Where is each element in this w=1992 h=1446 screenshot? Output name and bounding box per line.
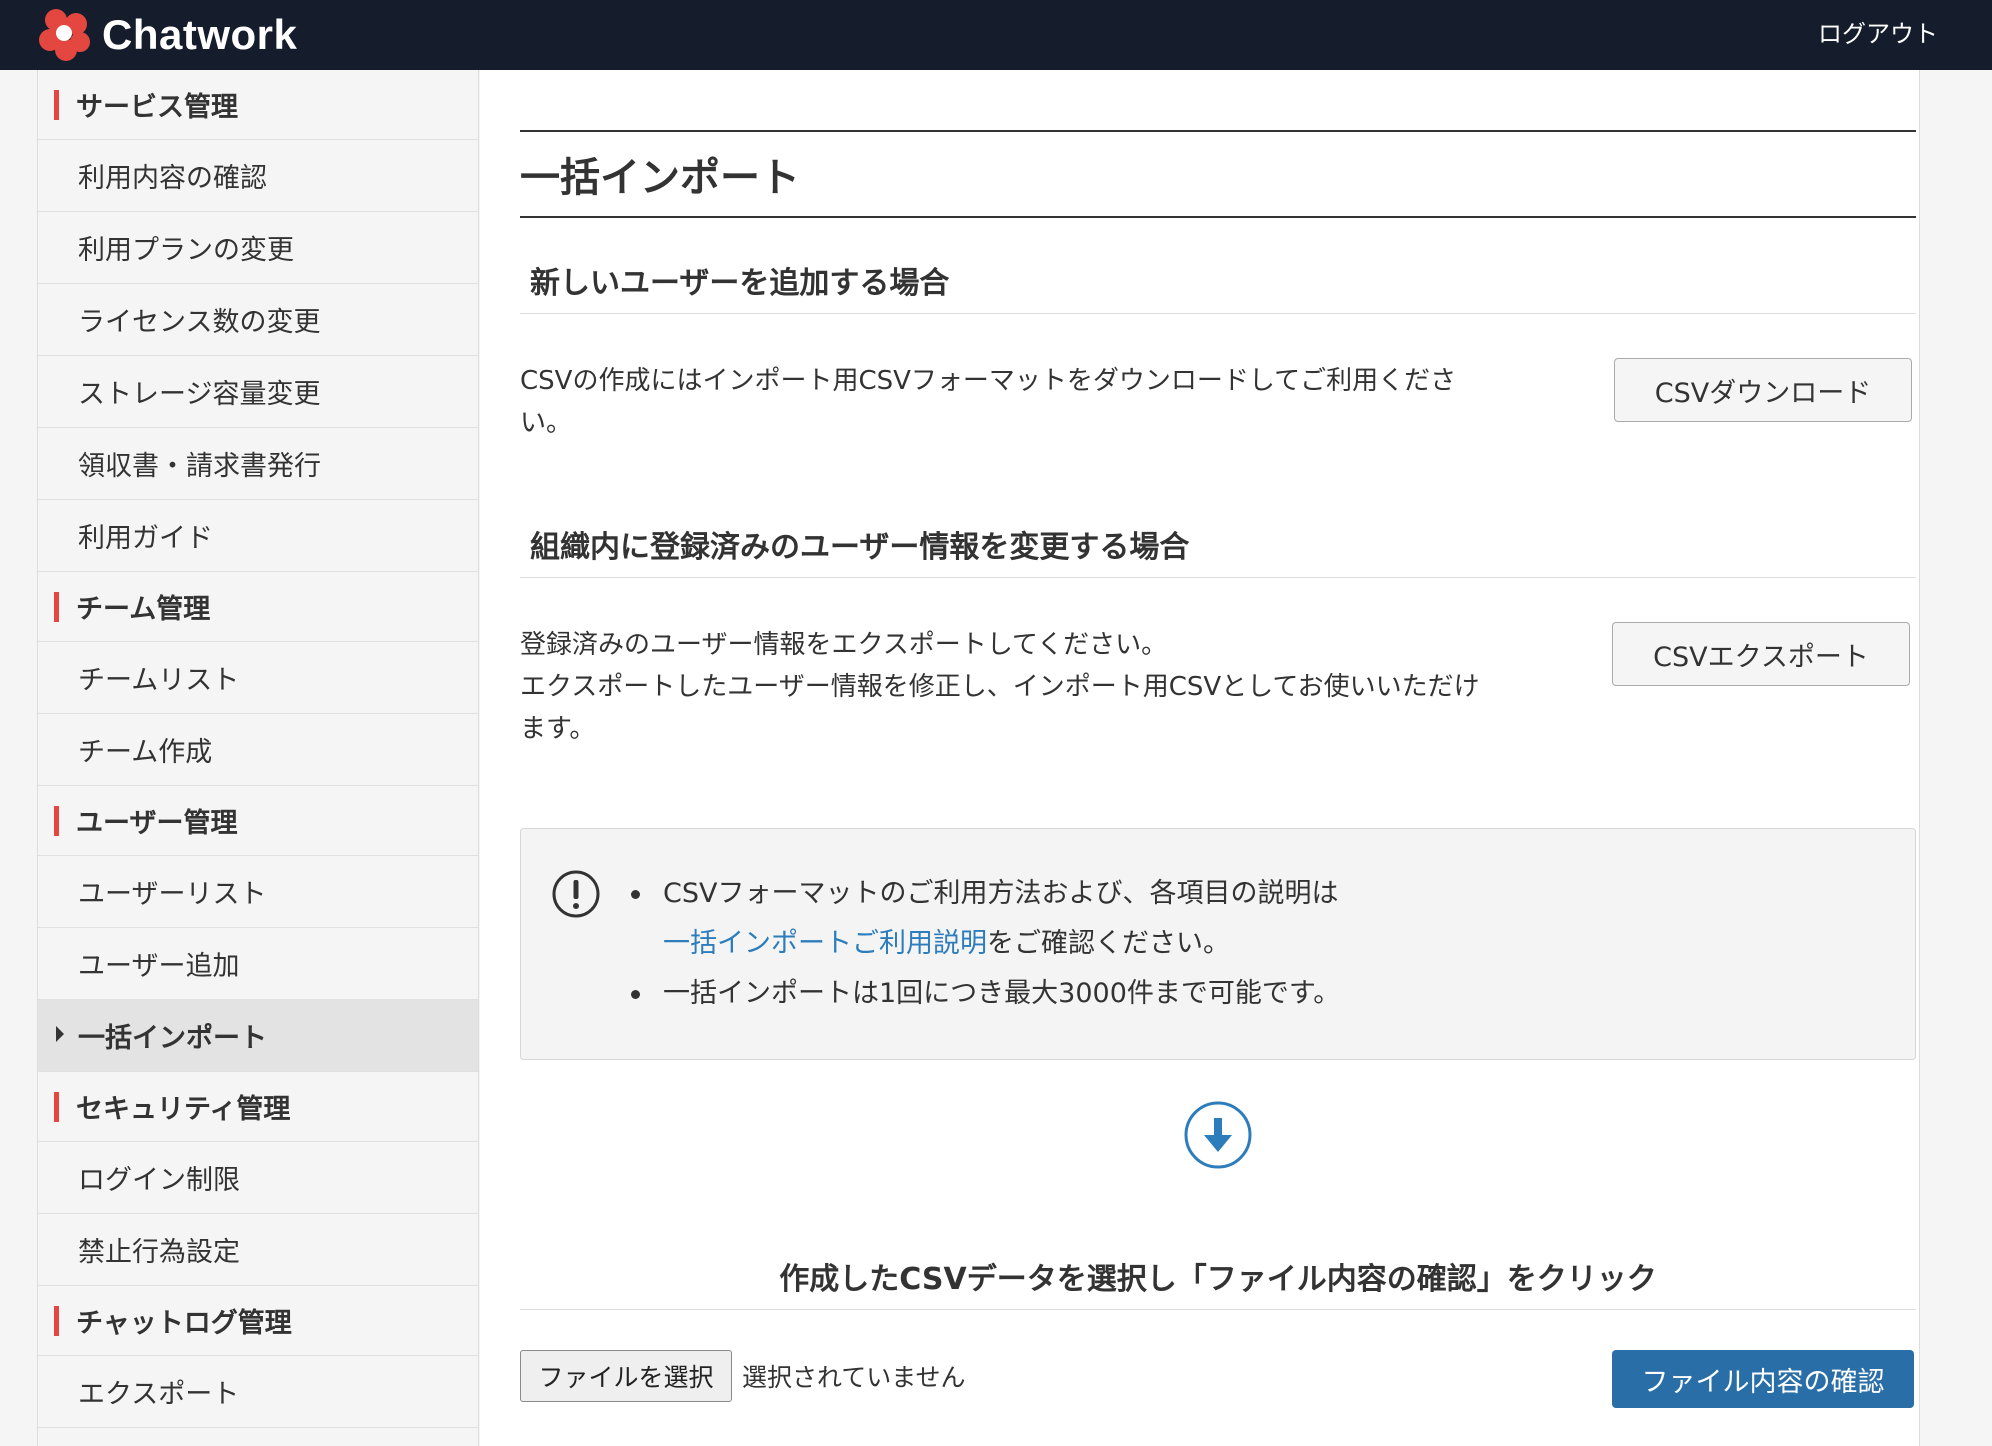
notice-list: CSVフォーマットのご利用方法および、各項目の説明は 一括インポートご利用説明を… (631, 869, 1340, 1019)
sidebar-item-team-create[interactable]: チーム作成 (38, 714, 478, 786)
sidebar-section-security: セキュリティ管理 (38, 1072, 478, 1142)
arrow-down-circle-icon (1184, 1101, 1252, 1169)
notice-item: 一括インポートは1回につき最大3000件まで可能です。 (631, 969, 1340, 1019)
notice-box: CSVフォーマットのご利用方法および、各項目の説明は 一括インポートご利用説明を… (520, 828, 1916, 1060)
update-users-desc-line: ます。 (520, 714, 596, 744)
sidebar-item-bulk-import[interactable]: 一括インポート (38, 1000, 478, 1072)
notice-item-suffix: をご確認ください。 (987, 928, 1230, 959)
sidebar-item-login-restriction[interactable]: ログイン制限 (38, 1142, 478, 1214)
sidebar-item-user-add[interactable]: ユーザー追加 (38, 928, 478, 1000)
sidebar-item-usage[interactable]: 利用内容の確認 (38, 140, 478, 212)
bulk-import-guide-link[interactable]: 一括インポートご利用説明 (663, 928, 987, 959)
upload-heading: 作成したCSVデータを選択し「ファイル内容の確認」をクリック (520, 1242, 1916, 1310)
notice-item-text: 一括インポートは1回につき最大3000件まで可能です。 (663, 978, 1341, 1009)
sidebar-section-service: サービス管理 (38, 70, 478, 140)
update-users-desc-line: エクスポートしたユーザー情報を修正し、インポート用CSVとしてお使いいただけ (520, 672, 1480, 702)
exclamation-circle-icon (552, 870, 600, 918)
sidebar-item-storage[interactable]: ストレージ容量変更 (38, 356, 478, 428)
notice-item-text: CSVフォーマットのご利用方法および、各項目の説明は (663, 878, 1339, 909)
admin-sidebar: サービス管理 利用内容の確認 利用プランの変更 ライセンス数の変更 ストレージ容… (37, 70, 479, 1446)
notice-item: CSVフォーマットのご利用方法および、各項目の説明は 一括インポートご利用説明を… (631, 869, 1340, 969)
top-header: Chatwork ログアウト (0, 0, 1992, 70)
sidebar-section-team: チーム管理 (38, 572, 478, 642)
sidebar-item-receipt[interactable]: 領収書・請求書発行 (38, 428, 478, 500)
update-users-desc-line: 登録済みのユーザー情報をエクスポートしてください。 (520, 630, 1168, 660)
brand-logo[interactable]: Chatwork (34, 0, 297, 70)
sidebar-section-chatlog: チャットログ管理 (38, 1286, 478, 1356)
csv-download-button[interactable]: CSVダウンロード (1614, 358, 1912, 422)
caret-right-icon (56, 1026, 64, 1042)
confirm-file-button[interactable]: ファイル内容の確認 (1612, 1350, 1914, 1408)
chatwork-logo-icon (39, 9, 90, 61)
sidebar-item-prohibited[interactable]: 禁止行為設定 (38, 1214, 478, 1286)
page-title: 一括インポート (520, 130, 1916, 218)
update-users-heading: 組織内に登録済みのユーザー情報を変更する場合 (520, 510, 1916, 578)
logout-link[interactable]: ログアウト (1818, 14, 1938, 49)
sidebar-item-guide[interactable]: 利用ガイド (38, 500, 478, 572)
sidebar-section-user: ユーザー管理 (38, 786, 478, 856)
sidebar-item-license[interactable]: ライセンス数の変更 (38, 284, 478, 356)
new-users-desc-line: CSVの作成にはインポート用CSVフォーマットをダウンロードしてご利用くださ (520, 366, 1457, 396)
new-users-description: CSVの作成にはインポート用CSVフォーマットをダウンロードしてご利用くださ い… (520, 360, 1456, 444)
main-content: 一括インポート 新しいユーザーを追加する場合 CSVの作成にはインポート用CSV… (480, 70, 1920, 1446)
new-users-heading: 新しいユーザーを追加する場合 (520, 246, 1916, 314)
brand-name: Chatwork (102, 11, 298, 58)
new-users-desc-line: い。 (520, 408, 573, 438)
sidebar-item-plan[interactable]: 利用プランの変更 (38, 212, 478, 284)
sidebar-item-team-list[interactable]: チームリスト (38, 642, 478, 714)
file-status-text: 選択されていません (742, 1363, 966, 1392)
file-select-button[interactable]: ファイルを選択 (520, 1350, 732, 1402)
update-users-description: 登録済みのユーザー情報をエクスポートしてください。 エクスポートしたユーザー情報… (520, 624, 1480, 750)
sidebar-item-label: 一括インポート (78, 1023, 267, 1054)
sidebar-item-export[interactable]: エクスポート (38, 1356, 478, 1428)
csv-export-button[interactable]: CSVエクスポート (1612, 622, 1910, 686)
sidebar-item-user-list[interactable]: ユーザーリスト (38, 856, 478, 928)
